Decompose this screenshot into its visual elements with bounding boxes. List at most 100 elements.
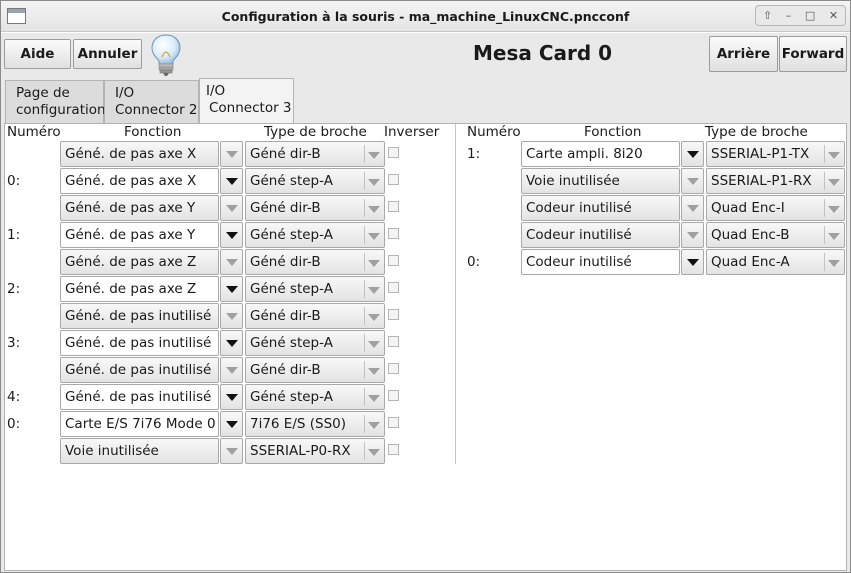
chevron-down-icon — [368, 287, 380, 294]
shade-icon[interactable]: ⇧ — [763, 9, 772, 22]
function-select[interactable]: Géné. de pas axe Z — [60, 249, 219, 275]
cancel-button[interactable]: Annuler — [73, 39, 142, 69]
pin-type-select[interactable]: SSERIAL-P0-RX — [245, 438, 385, 464]
combo-separator — [364, 388, 365, 406]
tab-label-line1: I/O — [115, 85, 135, 101]
invert-checkbox[interactable] — [388, 363, 399, 374]
chevron-down-icon[interactable] — [681, 141, 704, 167]
pin-number: 3: — [7, 335, 21, 351]
pin-type-select[interactable]: Géné dir-B — [245, 303, 385, 329]
chevron-down-icon[interactable] — [220, 384, 243, 410]
close-icon[interactable]: ✕ — [829, 9, 838, 22]
forward-button[interactable]: Forward — [779, 36, 847, 72]
chevron-down-icon — [828, 152, 840, 159]
pin-type-select[interactable]: Géné step-A — [245, 276, 385, 302]
invert-checkbox[interactable] — [388, 282, 399, 293]
pin-type-select[interactable]: Quad Enc-A — [706, 249, 845, 275]
invert-checkbox[interactable] — [388, 309, 399, 320]
pin-type-label: Quad Enc-I — [711, 200, 785, 216]
chevron-down-icon[interactable] — [220, 222, 243, 248]
chevron-down-icon[interactable] — [681, 249, 704, 275]
chevron-down-icon[interactable] — [220, 141, 243, 167]
pin-type-label: Géné dir-B — [250, 146, 321, 162]
chevron-down-icon[interactable] — [220, 303, 243, 329]
tab-io-connector-3[interactable]: I/O Connector 3 — [199, 78, 294, 124]
function-select[interactable]: Géné. de pas inutilisé — [60, 384, 219, 410]
function-select[interactable]: Géné. de pas inutilisé — [60, 330, 219, 356]
header-function: Fonction — [124, 124, 182, 140]
pin-type-select[interactable]: Géné step-A — [245, 330, 385, 356]
pin-number: 0: — [467, 254, 481, 270]
chevron-down-icon[interactable] — [681, 195, 704, 221]
pin-type-select[interactable]: Quad Enc-B — [706, 222, 845, 248]
chevron-down-icon[interactable] — [220, 168, 243, 194]
chevron-down-icon — [368, 260, 380, 267]
function-select[interactable]: Voie inutilisée — [521, 168, 680, 194]
connector-panel: Numéro Fonction Type de broche Inverser … — [4, 123, 847, 571]
function-select[interactable]: Codeur inutilisé — [521, 222, 680, 248]
pin-type-select[interactable]: SSERIAL-P1-TX — [706, 141, 845, 167]
function-select[interactable]: Géné. de pas axe X — [60, 141, 219, 167]
combo-separator — [824, 145, 825, 163]
invert-checkbox[interactable] — [388, 174, 399, 185]
function-select[interactable]: Géné. de pas axe Z — [60, 276, 219, 302]
function-select[interactable]: Codeur inutilisé — [521, 195, 680, 221]
chevron-down-icon[interactable] — [220, 276, 243, 302]
function-select[interactable]: Géné. de pas axe X — [60, 168, 219, 194]
chevron-down-icon — [828, 206, 840, 213]
pin-type-select[interactable]: Géné step-A — [245, 384, 385, 410]
chevron-down-icon[interactable] — [681, 222, 704, 248]
invert-checkbox[interactable] — [388, 390, 399, 401]
pin-number: 0: — [7, 416, 21, 432]
pin-type-select[interactable]: Géné dir-B — [245, 141, 385, 167]
function-select[interactable]: Géné. de pas axe Y — [60, 222, 219, 248]
combo-separator — [364, 172, 365, 190]
invert-checkbox[interactable] — [388, 228, 399, 239]
invert-checkbox[interactable] — [388, 336, 399, 347]
pin-number: 1: — [467, 146, 481, 162]
chevron-down-icon[interactable] — [220, 249, 243, 275]
back-button[interactable]: Arrière — [709, 36, 778, 72]
tab-configuration-page[interactable]: Page de configuration — [5, 80, 106, 123]
invert-checkbox[interactable] — [388, 255, 399, 266]
tab-io-connector-2[interactable]: I/O Connector 2 — [104, 80, 199, 123]
pin-type-label: Géné step-A — [250, 227, 333, 243]
function-select[interactable]: Géné. de pas inutilisé — [60, 303, 219, 329]
invert-checkbox[interactable] — [388, 201, 399, 212]
chevron-down-icon[interactable] — [220, 330, 243, 356]
pin-type-select[interactable]: Géné dir-B — [245, 195, 385, 221]
pin-type-select[interactable]: Géné dir-B — [245, 249, 385, 275]
chevron-down-icon[interactable] — [220, 438, 243, 464]
function-select[interactable]: Codeur inutilisé — [521, 249, 680, 275]
maximize-icon[interactable]: □ — [805, 9, 815, 22]
help-button[interactable]: Aide — [4, 39, 71, 69]
invert-checkbox[interactable] — [388, 147, 399, 158]
function-select[interactable]: Géné. de pas inutilisé — [60, 357, 219, 383]
minimize-icon[interactable]: – — [786, 9, 792, 22]
pin-type-select[interactable]: 7i76 E/S (SS0) — [245, 411, 385, 437]
column-divider — [455, 124, 456, 464]
pin-type-label: Géné dir-B — [250, 254, 321, 270]
header-pin-type-right: Type de broche — [705, 124, 808, 140]
chevron-down-icon — [368, 422, 380, 429]
chevron-down-icon[interactable] — [220, 411, 243, 437]
invert-checkbox[interactable] — [388, 417, 399, 428]
pin-type-label: Géné step-A — [250, 281, 333, 297]
function-select[interactable]: Carte E/S 7i76 Mode 0 — [60, 411, 219, 437]
pin-type-select[interactable]: SSERIAL-P1-RX — [706, 168, 845, 194]
pin-type-select[interactable]: Géné step-A — [245, 222, 385, 248]
chevron-down-icon — [368, 314, 380, 321]
function-select[interactable]: Géné. de pas axe Y — [60, 195, 219, 221]
pin-type-select[interactable]: Géné step-A — [245, 168, 385, 194]
header-number: Numéro — [7, 124, 61, 140]
function-select[interactable]: Voie inutilisée — [60, 438, 219, 464]
chevron-down-icon — [368, 341, 380, 348]
pin-type-select[interactable]: Quad Enc-I — [706, 195, 845, 221]
chevron-down-icon[interactable] — [220, 357, 243, 383]
combo-separator — [364, 334, 365, 352]
chevron-down-icon[interactable] — [220, 195, 243, 221]
function-select[interactable]: Carte ampli. 8i20 — [521, 141, 680, 167]
pin-type-select[interactable]: Géné dir-B — [245, 357, 385, 383]
chevron-down-icon[interactable] — [681, 168, 704, 194]
invert-checkbox[interactable] — [388, 444, 399, 455]
